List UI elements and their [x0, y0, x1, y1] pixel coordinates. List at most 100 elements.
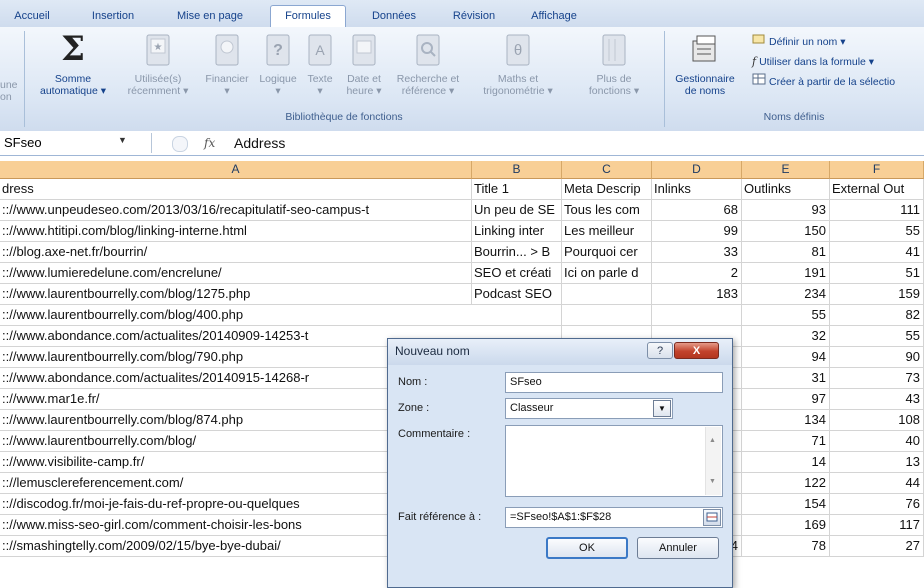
help-button[interactable]: ? — [647, 342, 673, 359]
cell-inlinks[interactable]: 183 — [652, 284, 742, 304]
lookup-reference-button[interactable]: Recherche et référence ▾ — [390, 31, 466, 97]
chevron-down-icon[interactable]: ▼ — [653, 400, 671, 417]
cell-outlinks[interactable]: 55 — [742, 305, 830, 325]
cell-external-outlinks[interactable]: 55 — [830, 326, 924, 346]
recent-functions-button[interactable]: ★ Utilisée(s) récemment ▾ — [122, 31, 194, 97]
cell-title[interactable]: Bourrin... > B — [472, 242, 562, 262]
cell-title[interactable]: Un peu de SE — [472, 200, 562, 220]
cell-meta-description[interactable]: Les meilleur — [562, 221, 652, 241]
cell-outlinks[interactable]: 78 — [742, 536, 830, 556]
cell-outlinks[interactable]: 134 — [742, 410, 830, 430]
formula-input[interactable]: Address — [234, 133, 285, 153]
column-header-b[interactable]: B — [472, 161, 562, 179]
column-header-d[interactable]: D — [652, 161, 742, 179]
autosum-button[interactable]: Σ Somme automatique ▾ — [30, 31, 116, 97]
cell-address[interactable]: :://www.htitipi.com/blog/linking-interne… — [0, 221, 472, 241]
cell-outlinks[interactable]: 93 — [742, 200, 830, 220]
cell-title[interactable]: Title 1 — [472, 179, 562, 199]
column-header-a[interactable]: A — [0, 161, 472, 179]
cell-outlinks[interactable]: 191 — [742, 263, 830, 283]
cell-inlinks[interactable]: 33 — [652, 242, 742, 262]
define-name-button[interactable]: Définir un nom ▾ — [752, 33, 845, 51]
cell-external-outlinks[interactable]: 73 — [830, 368, 924, 388]
cell-outlinks[interactable]: 154 — [742, 494, 830, 514]
cell-address[interactable]: :://www.laurentbourrelly.com/blog/400.ph… — [0, 305, 472, 325]
name-manager-button[interactable]: Gestionnaire de noms — [666, 31, 744, 97]
cell-title[interactable] — [472, 305, 562, 325]
math-trig-button[interactable]: θ Maths et trigonométrie ▾ — [470, 31, 566, 97]
cell-external-outlinks[interactable]: 27 — [830, 536, 924, 556]
cell-outlinks[interactable]: Outlinks — [742, 179, 830, 199]
tab-revision[interactable]: Révision — [440, 6, 508, 26]
cell-outlinks[interactable]: 169 — [742, 515, 830, 535]
insert-function-icon[interactable]: fx — [204, 133, 215, 153]
cell-outlinks[interactable]: 71 — [742, 431, 830, 451]
close-button[interactable]: X — [674, 342, 719, 359]
cell-outlinks[interactable]: 32 — [742, 326, 830, 346]
cell-meta-description[interactable]: Pourquoi cer — [562, 242, 652, 262]
tab-formules[interactable]: Formules — [270, 5, 346, 28]
tab-mise-en-page[interactable]: Mise en page — [164, 6, 256, 26]
cell-external-outlinks[interactable]: 40 — [830, 431, 924, 451]
tab-accueil[interactable]: Accueil — [2, 6, 62, 26]
cell-inlinks[interactable]: 99 — [652, 221, 742, 241]
cell-external-outlinks[interactable]: 111 — [830, 200, 924, 220]
refers-to-field[interactable]: =SFseo!$A$1:$F$28 — [505, 507, 723, 528]
cell-title[interactable]: SEO et créati — [472, 263, 562, 283]
date-time-button[interactable]: Date et heure ▾ — [340, 31, 388, 97]
create-from-selection-button[interactable]: Créer à partir de la sélectio — [752, 73, 895, 91]
cell-inlinks[interactable] — [652, 305, 742, 325]
cell-external-outlinks[interactable]: 55 — [830, 221, 924, 241]
cell-external-outlinks[interactable]: 82 — [830, 305, 924, 325]
name-box-dropdown-icon[interactable]: ▼ — [118, 135, 127, 145]
cell-outlinks[interactable]: 94 — [742, 347, 830, 367]
cell-external-outlinks[interactable]: 41 — [830, 242, 924, 262]
cell-inlinks[interactable]: Inlinks — [652, 179, 742, 199]
name-box[interactable]: SFseo — [0, 133, 150, 153]
cell-meta-description[interactable] — [562, 305, 652, 325]
cell-address[interactable]: :://www.lumieredelune.com/encrelune/ — [0, 263, 472, 283]
collapse-dialog-icon[interactable] — [703, 509, 721, 526]
cell-inlinks[interactable]: 68 — [652, 200, 742, 220]
scroll-down-icon[interactable]: ▼ — [709, 472, 716, 491]
cell-external-outlinks[interactable]: 44 — [830, 473, 924, 493]
cell-external-outlinks[interactable]: 159 — [830, 284, 924, 304]
cell-outlinks[interactable]: 122 — [742, 473, 830, 493]
column-header-f[interactable]: F — [830, 161, 924, 179]
cell-outlinks[interactable]: 31 — [742, 368, 830, 388]
column-header-c[interactable]: C — [562, 161, 652, 179]
formula-bar-splitter-icon[interactable] — [172, 136, 188, 152]
financial-button[interactable]: Financier ▾ — [202, 31, 252, 97]
use-in-formula-button[interactable]: f Utiliser dans la formule ▾ — [752, 53, 874, 71]
tab-affichage[interactable]: Affichage — [516, 6, 592, 26]
name-field[interactable]: SFseo — [505, 372, 723, 393]
cell-outlinks[interactable]: 14 — [742, 452, 830, 472]
cell-external-outlinks[interactable]: 90 — [830, 347, 924, 367]
column-header-e[interactable]: E — [742, 161, 830, 179]
cell-inlinks[interactable]: 2 — [652, 263, 742, 283]
cell-meta-description[interactable] — [562, 284, 652, 304]
cell-external-outlinks[interactable]: External Out — [830, 179, 924, 199]
cell-meta-description[interactable]: Meta Descrip — [562, 179, 652, 199]
cell-address[interactable]: :://www.laurentbourrelly.com/blog/1275.p… — [0, 284, 472, 304]
partial-left-button[interactable]: une on — [0, 79, 22, 103]
cell-outlinks[interactable]: 81 — [742, 242, 830, 262]
comment-scrollbar[interactable]: ▲ ▼ — [705, 427, 721, 495]
cell-address[interactable]: :://blog.axe-net.fr/bourrin/ — [0, 242, 472, 262]
scroll-up-icon[interactable]: ▲ — [709, 431, 716, 450]
tab-donnees[interactable]: Données — [358, 6, 430, 26]
logical-button[interactable]: ? Logique ▾ — [256, 31, 300, 97]
cell-title[interactable]: Podcast SEO — [472, 284, 562, 304]
scope-select[interactable]: Classeur ▼ — [505, 398, 673, 419]
cell-external-outlinks[interactable]: 13 — [830, 452, 924, 472]
ok-button[interactable]: OK — [546, 537, 628, 559]
cell-external-outlinks[interactable]: 51 — [830, 263, 924, 283]
tab-insertion[interactable]: Insertion — [78, 6, 148, 26]
cell-outlinks[interactable]: 150 — [742, 221, 830, 241]
cell-address[interactable]: :://www.unpeudeseo.com/2013/03/16/recapi… — [0, 200, 472, 220]
cancel-button[interactable]: Annuler — [637, 537, 719, 559]
cell-outlinks[interactable]: 97 — [742, 389, 830, 409]
cell-address[interactable]: dress — [0, 179, 472, 199]
cell-external-outlinks[interactable]: 43 — [830, 389, 924, 409]
more-functions-button[interactable]: Plus de fonctions ▾ — [568, 31, 660, 97]
